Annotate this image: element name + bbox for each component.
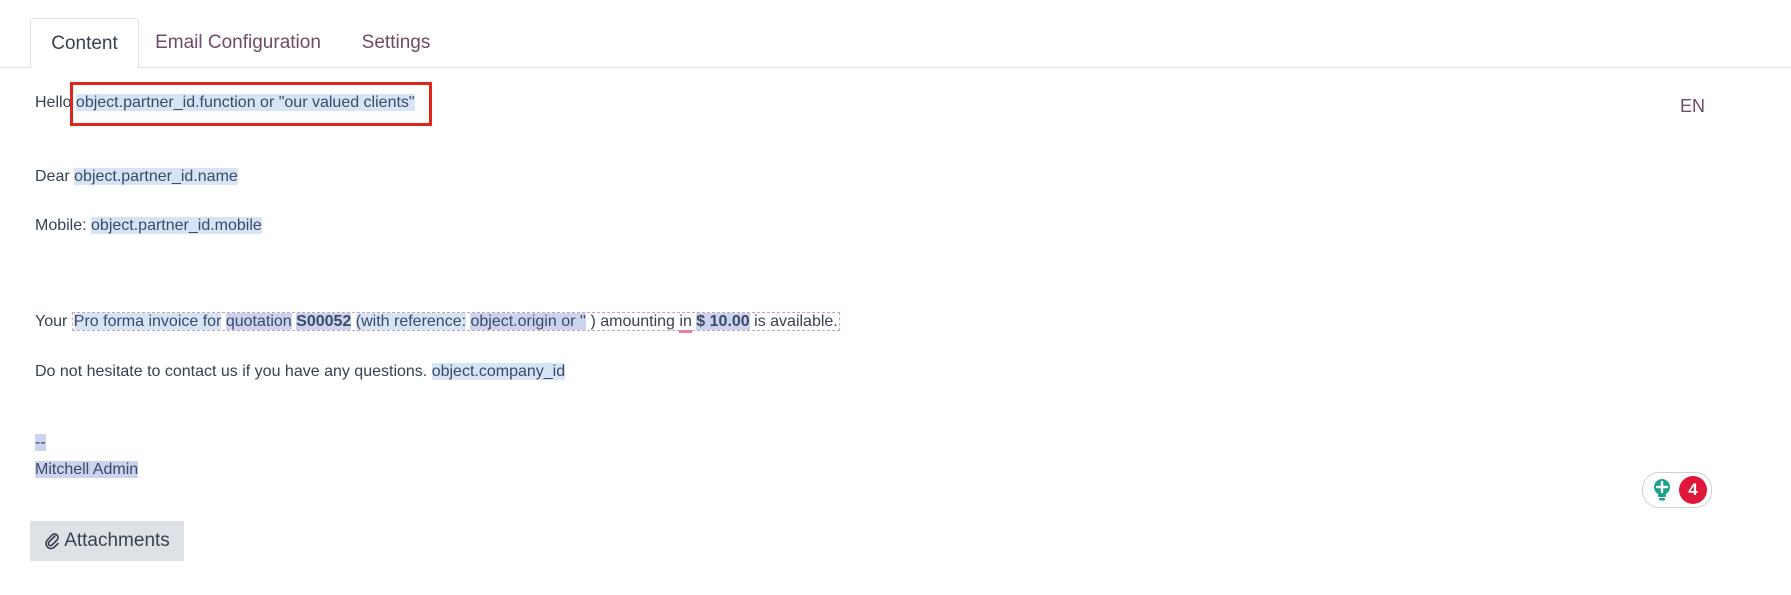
- invoice-ref-close: ): [590, 313, 596, 330]
- tab-email-configuration[interactable]: Email Configuration: [145, 18, 331, 68]
- invoice-dynamic-block[interactable]: Pro forma invoice for quotation S00052 (…: [71, 312, 840, 333]
- invoice-doc-placeholder: Pro forma invoice for: [73, 313, 222, 330]
- highlight-box: [70, 82, 432, 126]
- contact-line[interactable]: Do not hesitate to contact us if you hav…: [35, 363, 566, 381]
- language-selector[interactable]: EN: [1680, 96, 1705, 117]
- invoice-suffix: is available.: [754, 313, 838, 330]
- notification-badge: 4: [1679, 476, 1707, 504]
- mobile-prefix: Mobile:: [35, 217, 87, 234]
- mobile-placeholder[interactable]: object.partner_id.mobile: [91, 217, 262, 234]
- dear-placeholder[interactable]: object.partner_id.name: [74, 168, 238, 185]
- invoice-ref-open: (with reference:: [355, 313, 467, 330]
- attachments-button[interactable]: Attachments: [30, 521, 184, 561]
- contact-text: Do not hesitate to contact us if you hav…: [35, 363, 428, 380]
- invoice-number: S00052: [296, 313, 352, 330]
- dear-line[interactable]: Dear object.partner_id.name: [35, 168, 238, 186]
- attachments-label: Attachments: [64, 530, 170, 551]
- invoice-amount: $ 10.00: [696, 313, 750, 330]
- signature-name-line[interactable]: Mitchell Admin: [35, 461, 139, 479]
- assistant-bubble[interactable]: 4: [1642, 472, 1712, 508]
- invoice-quotation-placeholder: quotation: [225, 313, 292, 330]
- lightbulb-icon: [1654, 479, 1670, 501]
- greeting-prefix: Hello: [35, 94, 72, 111]
- invoice-amounting: amounting: [600, 313, 675, 330]
- signature-separator[interactable]: --: [35, 434, 46, 452]
- signature-name: Mitchell Admin: [35, 461, 139, 478]
- invoice-in: in: [679, 313, 692, 333]
- invoice-ref-placeholder: object.origin or '': [470, 313, 586, 330]
- invoice-prefix: Your: [35, 313, 68, 330]
- mobile-line[interactable]: Mobile: object.partner_id.mobile: [35, 217, 262, 235]
- contact-placeholder[interactable]: object.company_id: [431, 363, 566, 380]
- paperclip-icon: [45, 533, 60, 550]
- invoice-line[interactable]: Your Pro forma invoice for quotation S00…: [35, 312, 840, 333]
- signature-sep-text: --: [35, 434, 46, 451]
- tab-content[interactable]: Content: [30, 18, 139, 69]
- tab-bar: Content Email Configuration Settings: [0, 0, 1791, 69]
- dear-prefix: Dear: [35, 168, 70, 185]
- tab-settings[interactable]: Settings: [350, 18, 442, 68]
